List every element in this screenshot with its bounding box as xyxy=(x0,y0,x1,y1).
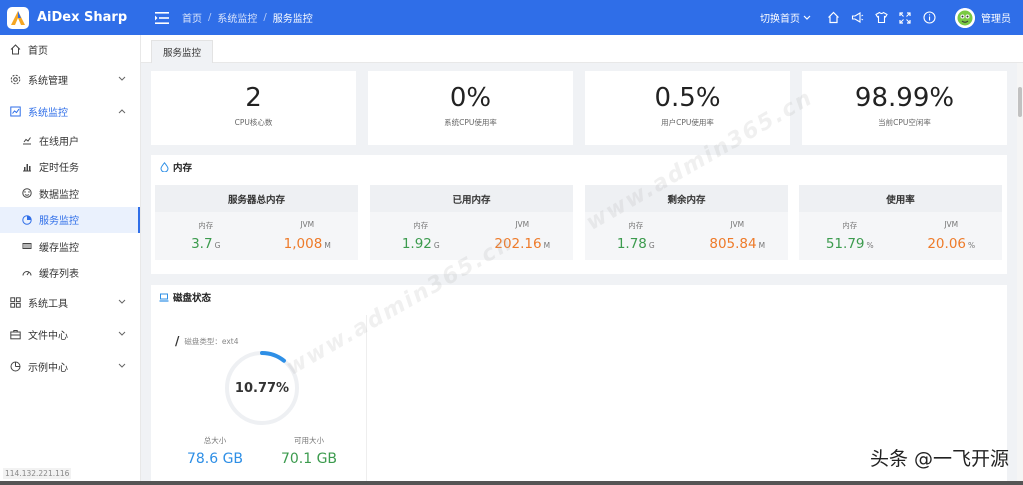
breadcrumb-home[interactable]: 首页 xyxy=(182,10,202,25)
bar-chart-icon xyxy=(22,162,32,172)
sidebar-item-home[interactable]: 首页 xyxy=(0,35,140,63)
taskbar-strip xyxy=(0,481,1023,485)
cpu-cores-value: 2 xyxy=(245,83,262,113)
chevron-down-icon xyxy=(803,15,811,20)
breadcrumb-current: 服务监控 xyxy=(272,14,313,25)
user-cpu-card: 0.5% 用户CPU使用率 xyxy=(585,71,790,145)
gauge-icon xyxy=(22,268,32,278)
tab-service-monitor[interactable]: 服务监控 xyxy=(151,40,214,63)
dashboard-icon xyxy=(22,188,32,198)
chevron-down-icon xyxy=(118,362,126,370)
avatar[interactable] xyxy=(955,7,975,28)
megaphone-icon[interactable] xyxy=(850,11,864,25)
switch-home-dropdown[interactable]: 切换首页 xyxy=(760,10,811,25)
grid-icon xyxy=(10,296,21,308)
logo[interactable]: AiDex Sharp xyxy=(0,0,141,35)
top-header: AiDex Sharp 首页 / 系统监控 / 服务监控 切换首页 管理员 xyxy=(0,0,1023,35)
briefcase-icon xyxy=(10,329,21,340)
cpu-idle-value: 98.99% xyxy=(854,83,955,113)
sidebar-item-system-tools[interactable]: 系统工具 xyxy=(0,286,140,318)
disk-type: 磁盘类型：ext4 xyxy=(184,336,239,346)
cpu-idle-card: 98.99% 当前CPU空闲率 xyxy=(802,71,1007,145)
sidebar-item-cache-monitor[interactable]: 缓存监控 xyxy=(0,233,140,260)
memory-card-total: 服务器总内存 内存 JVM 3.7 G 1,008 M xyxy=(155,185,358,260)
laptop-icon xyxy=(159,292,169,302)
chevron-down-icon xyxy=(118,298,126,306)
disk-title: 磁盘状态 xyxy=(151,285,1007,309)
memory-card-free: 剩余内存 内存 JVM 1.78 G 805.84 M xyxy=(585,185,788,260)
breadcrumb: 首页 / 系统监控 / 服务监控 xyxy=(182,10,313,25)
cpu-idle-label: 当前CPU空闲率 xyxy=(878,118,931,127)
chevron-up-icon xyxy=(118,107,126,115)
cpu-cores-card: 2 CPU核心数 xyxy=(151,71,356,145)
memory-panel: 内存 服务器总内存 内存 JVM 3.7 G 1,008 M 已用内存 内存 JVM… xyxy=(151,155,1007,274)
sidebar-item-example-center[interactable]: 示例中心 xyxy=(0,350,140,382)
system-cpu-card: 0% 系统CPU使用率 xyxy=(368,71,573,145)
disk-free-value: 70.1 GB xyxy=(280,451,338,467)
sidebar-item-service-monitor[interactable]: 服务监控 xyxy=(0,206,140,233)
system-cpu-label: 系统CPU使用率 xyxy=(444,118,497,127)
cpu-cores-label: CPU核心数 xyxy=(234,118,273,127)
sidebar-item-cache-list[interactable]: 缓存列表 xyxy=(0,260,140,287)
user-chart-icon xyxy=(22,135,32,145)
sidebar: 首页 系统管理 系统监控 在线用户 定时任务 数据监控 服务监控 缓存监控 缓存… xyxy=(0,35,141,485)
breadcrumb-monitor[interactable]: 系统监控 xyxy=(217,10,257,25)
username[interactable]: 管理员 xyxy=(981,10,1011,25)
ip-address: 114.132.221.116 xyxy=(3,468,72,479)
app-name: AiDex Sharp xyxy=(37,10,128,25)
user-cpu-value: 0.5% xyxy=(654,83,721,113)
shirt-theme-icon[interactable] xyxy=(874,11,888,25)
monitor-chart-icon xyxy=(10,106,21,117)
droplet-icon xyxy=(159,162,169,172)
disk-item: / 磁盘类型：ext4 10.77% 总大小 可用大小 78.6 GB 70.1… xyxy=(151,315,367,485)
info-icon[interactable] xyxy=(922,11,936,25)
scrollbar[interactable] xyxy=(1017,63,1023,485)
sidebar-item-scheduled-tasks[interactable]: 定时任务 xyxy=(0,154,140,181)
chevron-down-icon xyxy=(118,75,126,83)
scrollbar-thumb[interactable] xyxy=(1018,87,1022,117)
memory-card-usage: 使用率 内存 JVM 51.79% 20.06% xyxy=(799,185,1002,260)
logo-icon xyxy=(7,6,29,29)
system-cpu-value: 0% xyxy=(449,83,492,113)
collapse-menu-icon[interactable] xyxy=(154,11,170,25)
sidebar-item-file-center[interactable]: 文件中心 xyxy=(0,318,140,350)
pie-chart-icon xyxy=(22,215,32,225)
gear-icon xyxy=(10,74,21,85)
sidebar-item-system-manage[interactable]: 系统管理 xyxy=(0,63,140,95)
disk-usage-percent: 10.77% xyxy=(234,380,290,396)
memory-card-used: 已用内存 内存 JVM 1.92 G 202.16 M xyxy=(370,185,573,260)
pie-icon xyxy=(10,361,21,372)
byline: 头条 @一飞开源 xyxy=(869,448,1009,470)
disk-total-value: 78.6 GB xyxy=(186,451,244,467)
main-content: 2 CPU核心数 0% 系统CPU使用率 0.5% 用户CPU使用率 98.99… xyxy=(141,63,1017,485)
memory-title: 内存 xyxy=(151,155,1007,179)
disk-path: / xyxy=(175,334,180,348)
home-icon xyxy=(10,43,21,55)
user-cpu-label: 用户CPU使用率 xyxy=(661,118,714,127)
cache-icon xyxy=(22,241,32,251)
sidebar-item-online-users[interactable]: 在线用户 xyxy=(0,127,140,154)
fullscreen-icon[interactable] xyxy=(898,11,912,25)
chevron-down-icon xyxy=(118,330,126,338)
disk-free-label: 可用大小 xyxy=(294,436,324,445)
tabs-bar: 服务监控 xyxy=(141,35,1023,63)
sidebar-item-system-monitor[interactable]: 系统监控 xyxy=(0,95,140,127)
disk-total-label: 总大小 xyxy=(203,436,227,445)
home-icon[interactable] xyxy=(826,11,840,25)
sidebar-item-data-monitor[interactable]: 数据监控 xyxy=(0,180,140,207)
